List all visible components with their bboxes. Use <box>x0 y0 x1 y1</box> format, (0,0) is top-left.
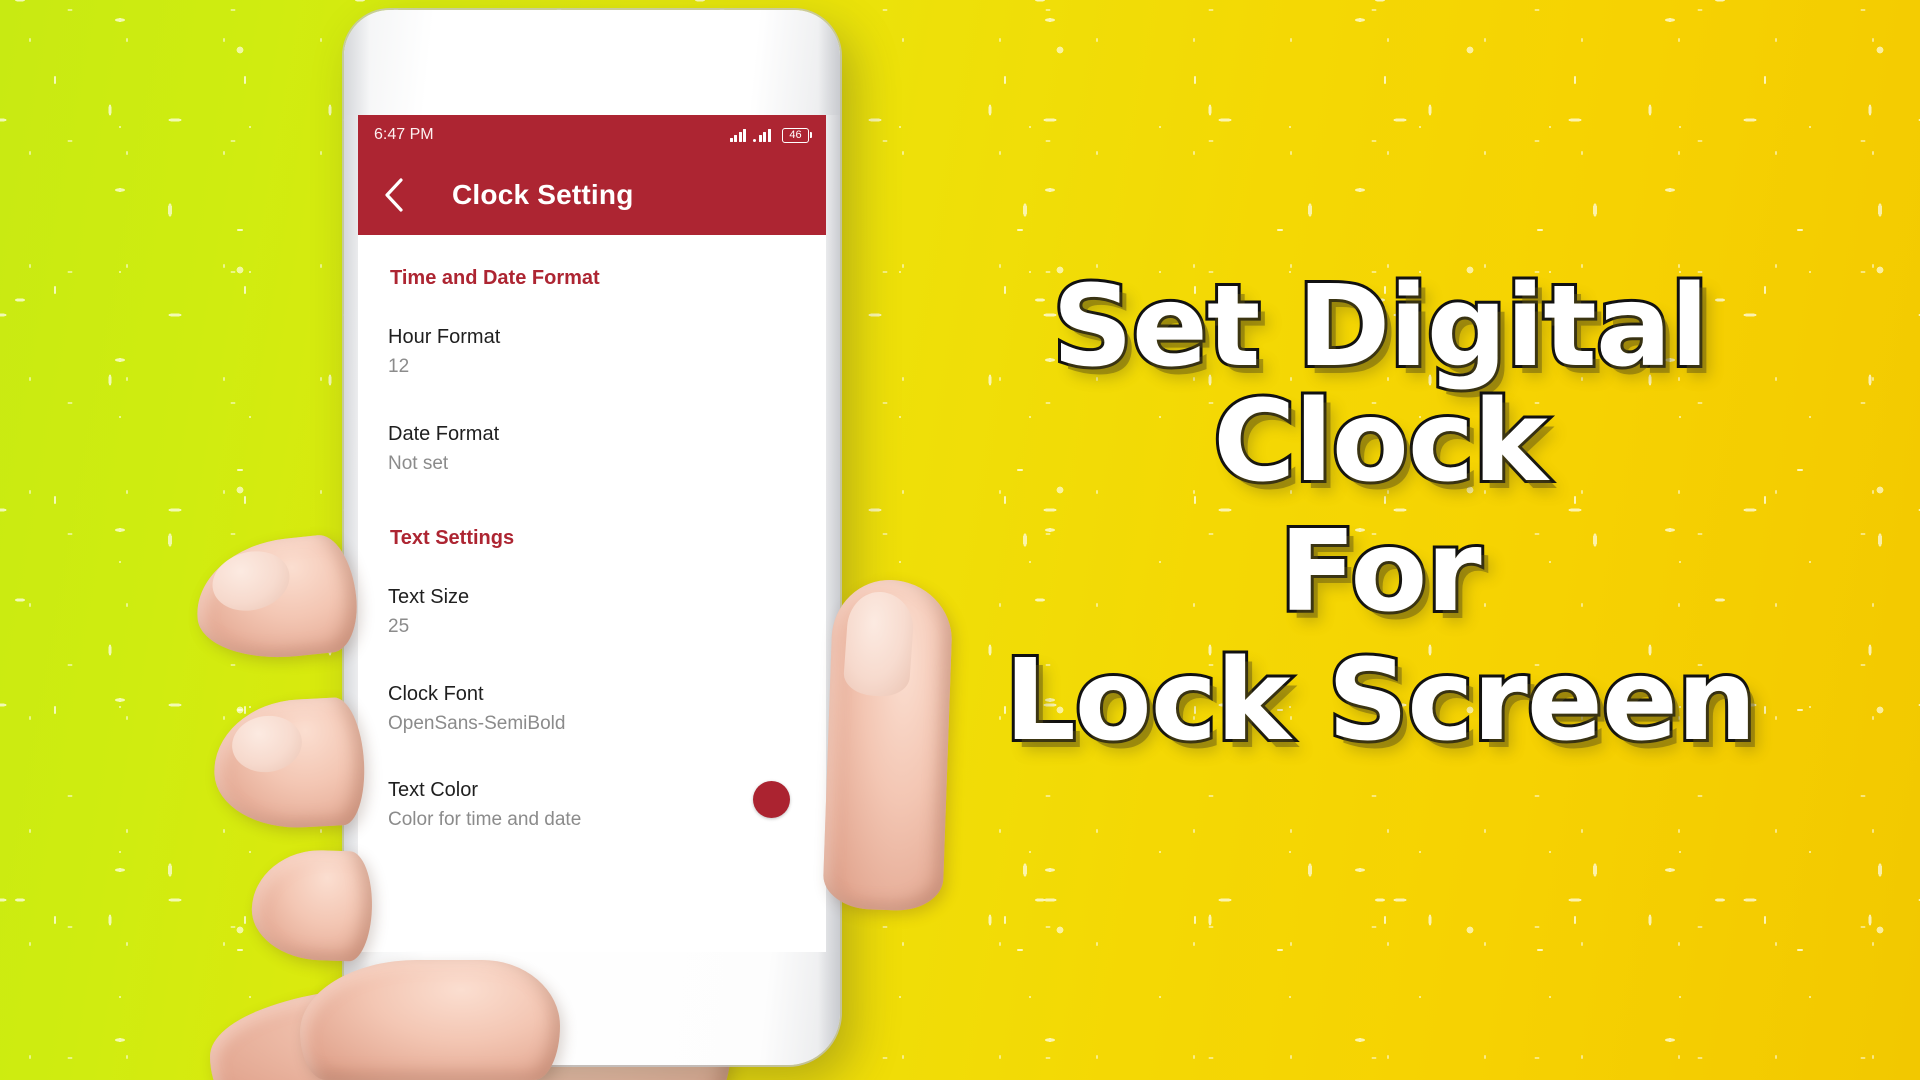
battery-cap <box>810 132 812 138</box>
settings-list: Time and Date Format Hour Format 12 Date… <box>358 235 826 952</box>
app-bar: Clock Setting <box>358 155 826 235</box>
list-item-subtitle: 25 <box>388 616 410 638</box>
section-header-time-and-date-format: Time and Date Format <box>390 267 600 289</box>
list-item-clock-font[interactable]: Clock Font OpenSans-SemiBold <box>358 647 826 744</box>
status-bar-time: 6:47 PM <box>374 126 434 143</box>
phone-top-bezel <box>344 10 840 115</box>
battery-level-label: 46 <box>782 127 809 143</box>
list-item-subtitle: Color for time and date <box>388 809 582 831</box>
list-item-subtitle: OpenSans-SemiBold <box>388 712 566 734</box>
list-item-hour-format[interactable]: Hour Format 12 <box>358 290 826 387</box>
list-item-title: Text Size <box>388 586 470 609</box>
list-item-text-size[interactable]: Text Size 25 <box>358 550 826 647</box>
signal-bars-icon <box>729 128 746 142</box>
phone-screen: 6:47 PM 46 Clock Setting Time and Date F… <box>358 115 826 952</box>
phone-bottom-bezel <box>344 952 840 1065</box>
screenshot-stage: Set Digital Clock For Lock Screen 6:47 P… <box>0 0 1920 1080</box>
list-item-text-color[interactable]: Text Color Color for time and date <box>358 743 826 840</box>
list-item-title: Clock Font <box>388 682 484 705</box>
list-item-title: Hour Format <box>388 326 501 348</box>
list-item-subtitle: 12 <box>388 356 410 377</box>
phone-device: 6:47 PM 46 Clock Setting Time and Date F… <box>344 10 840 1065</box>
page-title: Clock Setting <box>452 179 634 210</box>
list-item-subtitle: Not set <box>388 452 449 474</box>
back-chevron-icon[interactable] <box>372 173 416 217</box>
background-speckle-layer-3 <box>0 0 1920 1080</box>
list-item-date-format[interactable]: Date Format Not set <box>358 387 826 484</box>
text-color-swatch[interactable] <box>753 781 790 819</box>
battery-icon: 46 <box>782 127 812 143</box>
signal-bars-icon-2 <box>753 128 775 142</box>
list-item-title: Text Color <box>388 779 479 802</box>
status-bar-indicators: 46 <box>729 127 812 143</box>
section-header-text-settings: Text Settings <box>390 527 515 550</box>
status-bar: 6:47 PM 46 <box>358 115 826 155</box>
list-item-title: Date Format <box>388 422 500 445</box>
